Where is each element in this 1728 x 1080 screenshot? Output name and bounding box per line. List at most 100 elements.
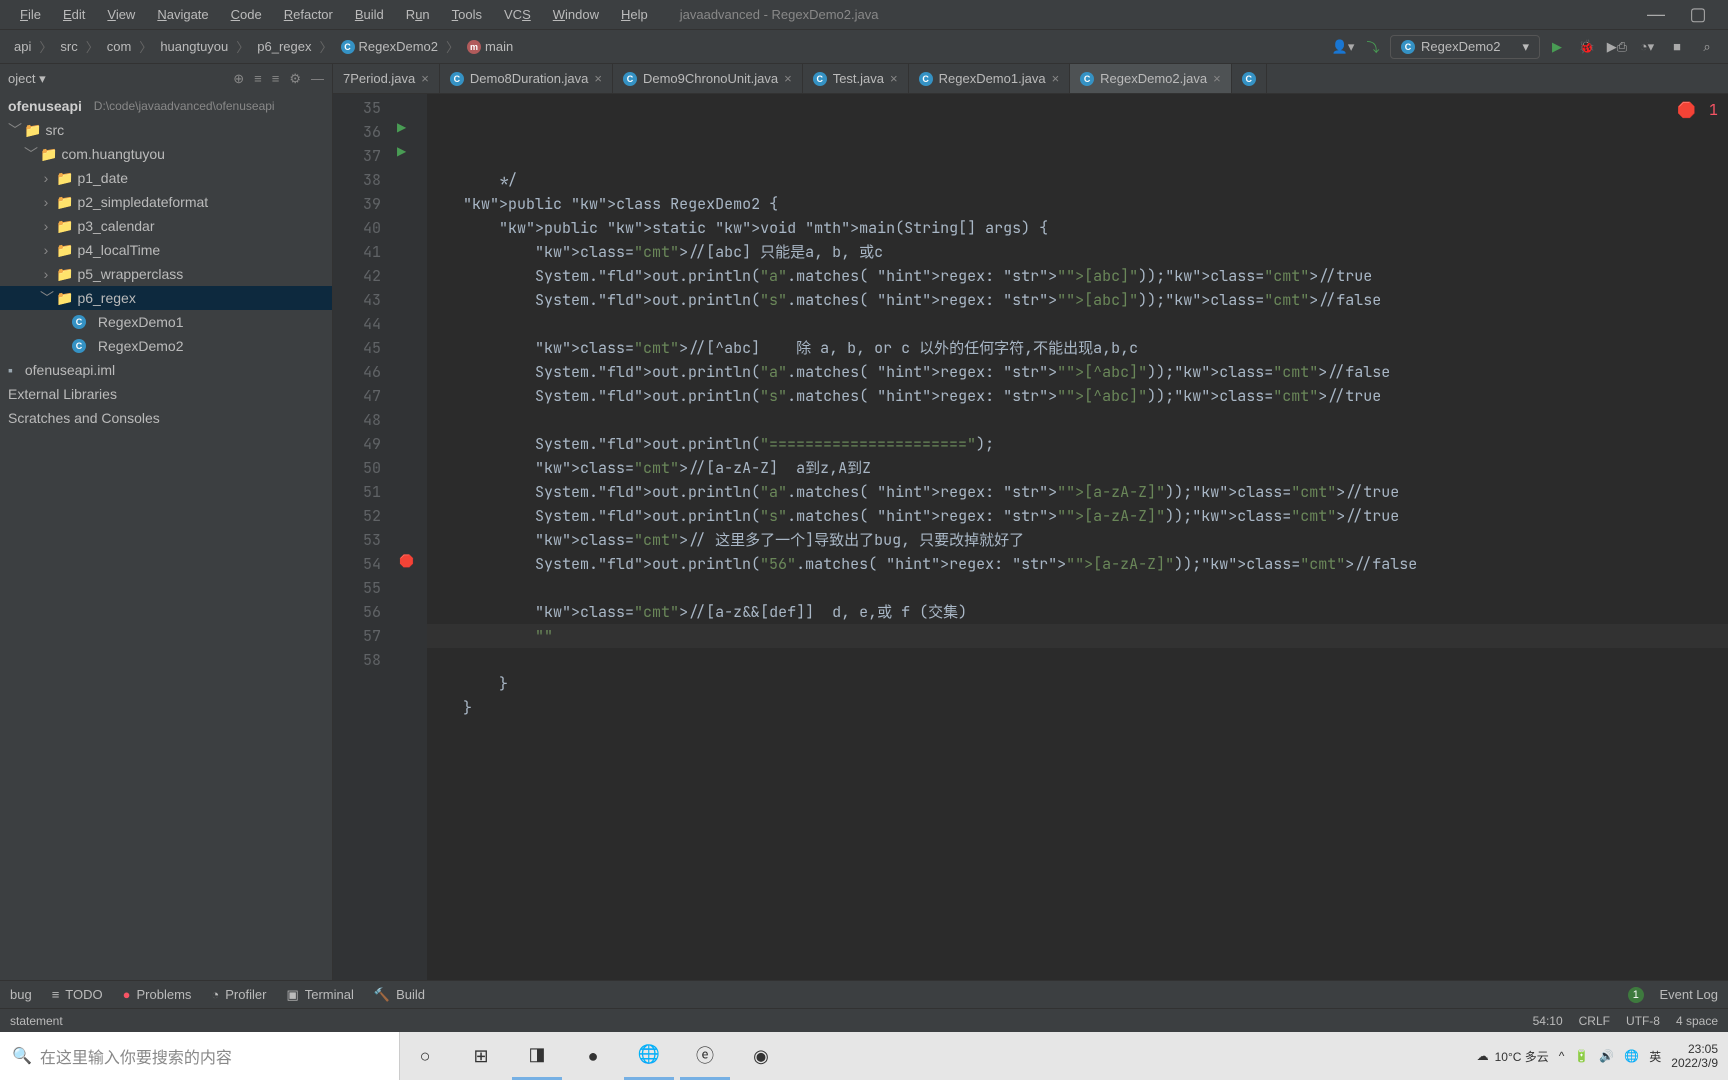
tree-regexdemo1[interactable]: C RegexDemo1 — [0, 310, 332, 334]
project-panel: oject ▾ ⊕ ≡ ≡ ⚙ — ofenuseapi D:\code\jav… — [0, 64, 333, 980]
status-line-ending[interactable]: CRLF — [1579, 1014, 1610, 1028]
breadcrumb: api〉 src〉 com〉 huangtuyou〉 p6_regex〉 CRe… — [8, 37, 519, 56]
gutter[interactable]: 3536373839404142434445464748495051525354… — [333, 94, 393, 980]
taskbar-app-intellij[interactable]: ◨ — [512, 1032, 562, 1080]
menu-vcs[interactable]: VCS — [494, 3, 541, 26]
taskbar-app-recorder[interactable]: ● — [568, 1032, 618, 1080]
menu-tools[interactable]: Tools — [442, 3, 492, 26]
tab-period[interactable]: 7Period.java× — [333, 64, 440, 93]
tray-clock[interactable]: 23:05 2022/3/9 — [1671, 1042, 1718, 1070]
bt-profiler[interactable]: ◔ Profiler — [211, 987, 266, 1002]
bc-p6[interactable]: p6_regex — [251, 37, 317, 56]
menu-run[interactable]: Run — [396, 3, 440, 26]
run-button[interactable]: ▶ — [1544, 34, 1570, 60]
bc-pkg[interactable]: huangtuyou — [154, 37, 234, 56]
debug-button[interactable]: 🐞 — [1574, 34, 1600, 60]
error-indicator[interactable]: 🛑 1 — [1677, 98, 1718, 122]
tree-p6[interactable]: ﹀📁p6_regex — [0, 286, 332, 310]
menu-build[interactable]: Build — [345, 3, 394, 26]
cortana-icon[interactable]: ○ — [400, 1032, 450, 1080]
status-indent[interactable]: 4 space — [1676, 1014, 1718, 1028]
tree-p1[interactable]: ›📁p1_date — [0, 166, 332, 190]
hide-icon[interactable]: — — [311, 71, 324, 87]
menu-file[interactable]: File — [10, 3, 51, 26]
tree-src[interactable]: ﹀📁src — [0, 118, 332, 142]
taskbar-app-ie[interactable]: ⓔ — [680, 1032, 730, 1080]
close-icon[interactable]: × — [1052, 71, 1060, 86]
build-hammer-icon[interactable]: ⤵ — [1360, 34, 1386, 60]
close-icon[interactable]: × — [594, 71, 602, 86]
task-view-icon[interactable]: ⊞ — [456, 1032, 506, 1080]
windows-search[interactable]: 🔍 在这里输入你要搜索的内容 — [0, 1032, 400, 1080]
taskbar-app-chrome[interactable]: ◉ — [736, 1032, 786, 1080]
bt-terminal[interactable]: ▣ Terminal — [286, 987, 353, 1003]
menu-navigate[interactable]: Navigate — [147, 3, 218, 26]
taskbar-app-edge[interactable]: 🌐 — [624, 1032, 674, 1080]
close-icon[interactable]: × — [890, 71, 898, 86]
tab-test[interactable]: CTest.java× — [803, 64, 909, 93]
tree-p2[interactable]: ›📁p2_simpledateformat — [0, 190, 332, 214]
expand-all-icon[interactable]: ≡ — [254, 71, 262, 87]
bc-api[interactable]: api — [8, 37, 37, 56]
error-bulb-icon[interactable]: 🛑 — [399, 554, 414, 568]
close-icon[interactable]: × — [1213, 71, 1221, 86]
tab-regex2[interactable]: CRegexDemo2.java× — [1070, 64, 1232, 93]
bt-bug[interactable]: bug — [10, 987, 32, 1002]
coverage-button[interactable]: ▶⎙ — [1604, 34, 1630, 60]
locate-icon[interactable]: ⊕ — [233, 71, 244, 87]
weather-widget[interactable]: ☁ 10°C 多云 — [1477, 1048, 1549, 1065]
close-icon[interactable]: × — [421, 71, 429, 86]
bt-problems[interactable]: ● Problems — [123, 987, 192, 1002]
close-icon[interactable]: × — [784, 71, 792, 86]
tree-root[interactable]: ofenuseapi D:\code\javaadvanced\ofenusea… — [0, 94, 332, 118]
profile-button[interactable]: ◔▾ — [1634, 34, 1660, 60]
class-icon: C — [1242, 72, 1256, 86]
status-cursor-pos[interactable]: 54:10 — [1533, 1014, 1563, 1028]
tray-chevron-icon[interactable]: ^ — [1559, 1049, 1565, 1063]
tray-network-icon[interactable]: 🌐 — [1624, 1049, 1639, 1063]
menu-view[interactable]: View — [97, 3, 145, 26]
maximize-button[interactable]: ▢ — [1678, 4, 1718, 25]
tray-battery-icon[interactable]: 🔋 — [1574, 1049, 1589, 1063]
add-user-icon[interactable]: 👤▾ — [1330, 34, 1356, 60]
code-area[interactable]: 🛑 1 */ "kw">public "kw">class RegexDemo2… — [427, 94, 1728, 980]
bc-class[interactable]: CRegexDemo2 — [335, 37, 445, 56]
run-gutter-icon[interactable]: ▶ — [397, 120, 406, 134]
menu-help[interactable]: Help — [611, 3, 658, 26]
search-everywhere-icon[interactable]: ⌕ — [1694, 34, 1720, 60]
bt-build[interactable]: 🔨 Build — [374, 987, 425, 1003]
tab-demo8[interactable]: CDemo8Duration.java× — [440, 64, 613, 93]
menu-refactor[interactable]: Refactor — [274, 3, 343, 26]
menu-edit[interactable]: Edit — [53, 3, 95, 26]
bc-method[interactable]: mmain — [461, 37, 519, 56]
menu-window[interactable]: Window — [543, 3, 609, 26]
menu-code[interactable]: Code — [221, 3, 272, 26]
bc-com[interactable]: com — [101, 37, 138, 56]
tray-volume-icon[interactable]: 🔊 — [1599, 1049, 1614, 1063]
project-panel-label[interactable]: oject ▾ — [8, 71, 227, 87]
status-encoding[interactable]: UTF-8 — [1626, 1014, 1660, 1028]
bc-src[interactable]: src — [54, 37, 83, 56]
project-tree[interactable]: ofenuseapi D:\code\javaadvanced\ofenusea… — [0, 94, 332, 980]
tree-regexdemo2[interactable]: C RegexDemo2 — [0, 334, 332, 358]
run-gutter-icon[interactable]: ▶ — [397, 144, 406, 158]
tray-ime[interactable]: 英 — [1649, 1048, 1661, 1065]
tree-external-libraries[interactable]: External Libraries — [0, 382, 332, 406]
tree-iml[interactable]: ▪ ofenuseapi.iml — [0, 358, 332, 382]
class-icon: C — [919, 72, 933, 86]
bt-todo[interactable]: ≡ TODO — [52, 987, 103, 1002]
tab-more[interactable]: C — [1232, 64, 1267, 93]
collapse-all-icon[interactable]: ≡ — [272, 71, 280, 87]
tree-p4[interactable]: ›📁p4_localTime — [0, 238, 332, 262]
bt-eventlog[interactable]: 1 Event Log — [1628, 987, 1718, 1003]
tree-scratches[interactable]: Scratches and Consoles — [0, 406, 332, 430]
stop-button[interactable]: ■ — [1664, 34, 1690, 60]
minimize-button[interactable]: — — [1636, 4, 1676, 25]
run-config-selector[interactable]: C RegexDemo2 ▾ — [1390, 35, 1540, 59]
tab-regex1[interactable]: CRegexDemo1.java× — [909, 64, 1071, 93]
tree-p5[interactable]: ›📁p5_wrapperclass — [0, 262, 332, 286]
tree-p3[interactable]: ›📁p3_calendar — [0, 214, 332, 238]
tree-pkg[interactable]: ﹀📁com.huangtuyou — [0, 142, 332, 166]
tab-demo9[interactable]: CDemo9ChronoUnit.java× — [613, 64, 803, 93]
settings-icon[interactable]: ⚙ — [289, 71, 301, 87]
